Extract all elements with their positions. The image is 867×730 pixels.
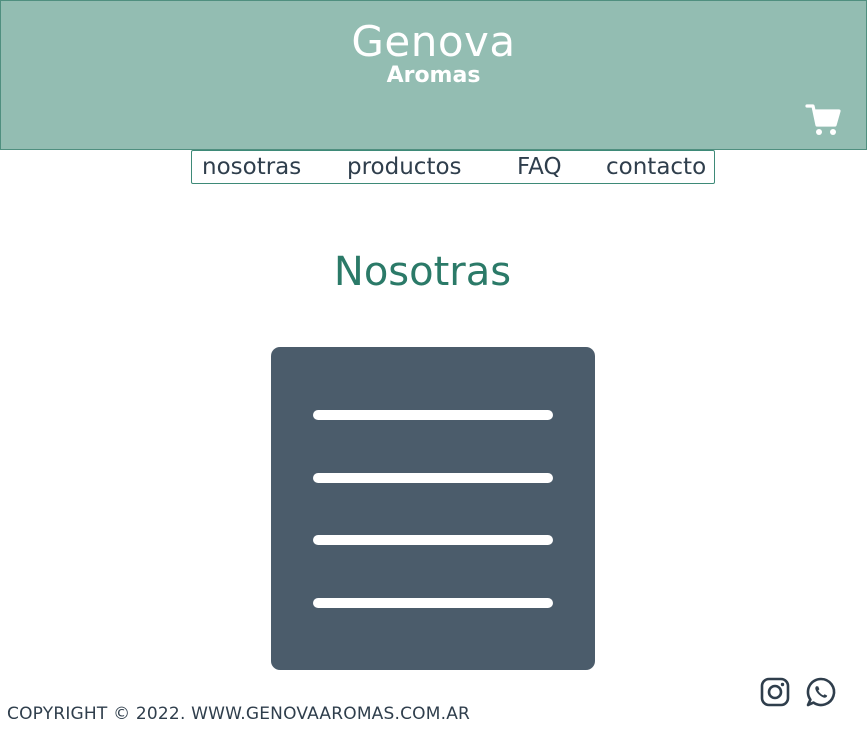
document-line	[313, 535, 553, 545]
site-header: Genova Aromas	[0, 0, 867, 150]
document-lines-icon	[271, 347, 595, 670]
nav-item-contacto[interactable]: contacto	[606, 153, 706, 181]
document-line	[313, 473, 553, 483]
nav-item-productos[interactable]: productos	[347, 153, 462, 181]
whatsapp-icon[interactable]	[805, 676, 837, 708]
page-title: Nosotras	[333, 249, 512, 295]
brand-title[interactable]: Genova	[1, 17, 866, 67]
page: Genova Aromas nosotras productos FAQ con…	[0, 0, 867, 730]
main-nav: nosotras productos FAQ contacto	[191, 150, 715, 184]
nav-item-faq[interactable]: FAQ	[517, 153, 562, 181]
cart-icon[interactable]	[805, 101, 841, 137]
document-line	[313, 410, 553, 420]
brand-subtitle: Aromas	[386, 63, 481, 88]
instagram-icon[interactable]	[759, 676, 791, 708]
document-line	[313, 598, 553, 608]
nav-item-nosotras[interactable]: nosotras	[202, 153, 301, 181]
footer-copyright: COPYRIGHT © 2022. WWW.GENOVAAROMAS.COM.A…	[7, 704, 471, 724]
